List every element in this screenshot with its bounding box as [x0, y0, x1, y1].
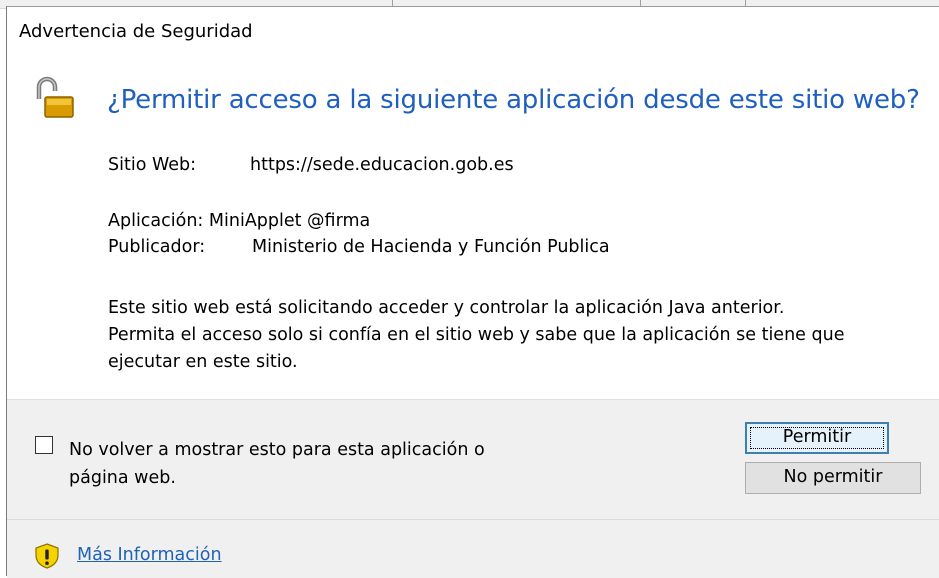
site-value: https://sede.educacion.gob.es	[250, 155, 514, 175]
application-value: MiniApplet @firma	[208, 211, 371, 231]
publisher-label: Publicador:	[108, 237, 206, 257]
security-warning-dialog: Advertencia de Seguridad ¿Permitir acces…	[6, 6, 939, 578]
description-line: ejecutar en este sitio.	[108, 352, 298, 372]
checkbox-label-line: página web.	[69, 468, 176, 488]
footer-divider	[7, 519, 939, 520]
description-line: Este sitio web está solicitando acceder …	[108, 298, 785, 318]
checkbox-label-line: No volver a mostrar esto para esta aplic…	[69, 440, 485, 460]
site-row: Sitio Web: https://sede.educacion.gob.es	[108, 155, 514, 175]
dont-show-again-label[interactable]: No volver a mostrar esto para esta aplic…	[69, 436, 629, 492]
dialog-headline: ¿Permitir acceso a la siguiente aplicaci…	[107, 85, 920, 115]
dialog-footer: No volver a mostrar esto para esta aplic…	[7, 399, 939, 578]
description-text: Este sitio web está solicitando acceder …	[108, 295, 938, 376]
application-label: Aplicación:	[108, 211, 204, 231]
description-line: Permita el acceso solo si confía en el s…	[108, 325, 845, 345]
focus-ring	[750, 427, 884, 449]
more-info-link[interactable]: Más Información	[77, 545, 222, 565]
site-label: Sitio Web:	[108, 155, 197, 175]
deny-button[interactable]: No permitir	[745, 462, 921, 494]
allow-button[interactable]: Permitir	[745, 422, 889, 454]
dialog-title: Advertencia de Seguridad	[19, 21, 253, 42]
shield-warning-icon	[35, 543, 59, 569]
publisher-row: Publicador: Ministerio de Hacienda y Func…	[108, 237, 610, 257]
publisher-value: Ministerio de Hacienda y Función Publica	[252, 237, 610, 257]
unlocked-padlock-icon	[36, 76, 74, 118]
dont-show-again-checkbox[interactable]	[35, 436, 53, 454]
application-row: Aplicación: MiniApplet @firma	[108, 211, 370, 231]
